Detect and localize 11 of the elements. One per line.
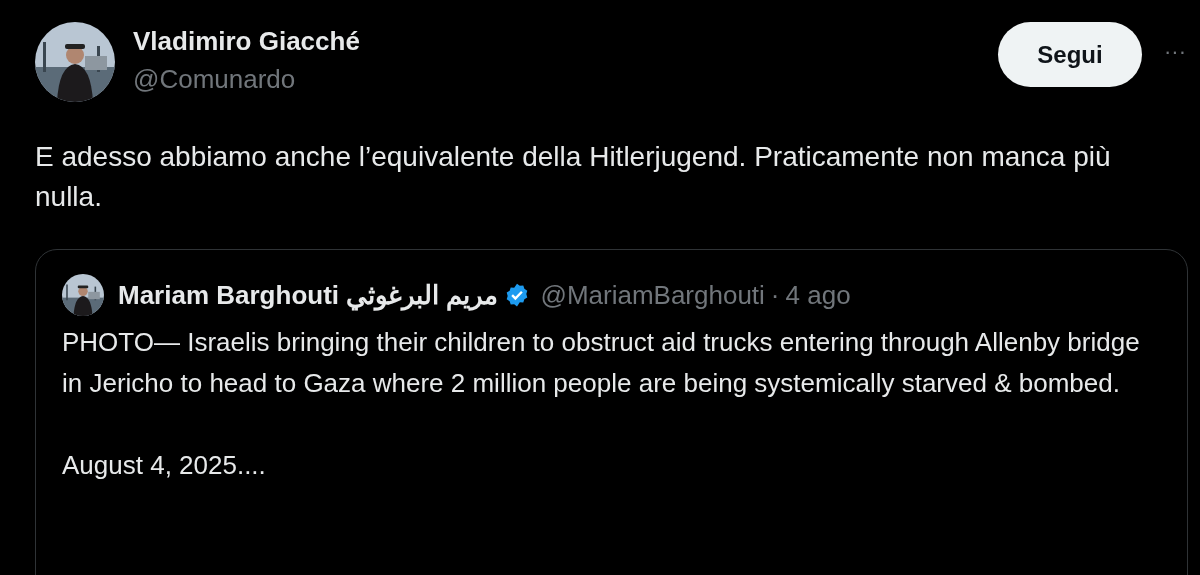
more-options-button[interactable]: ···: [1164, 35, 1186, 68]
quoted-author-name: Mariam Barghouti مريم البرغوثي: [118, 278, 499, 313]
author-name[interactable]: Vladimiro Giacché: [133, 24, 360, 58]
author-handle[interactable]: @Comunardo: [133, 62, 360, 96]
quoted-post-card[interactable]: [35, 249, 1188, 575]
follow-button[interactable]: Segui: [998, 22, 1142, 87]
quoted-post-text: PHOTO— Israelis bringing their children to obstruct aid trucks entering through Allenby bridge in Jericho to head to Gaza where 2 million people are being systemically starved & bombed. August 4, 2025....: [62, 326, 1141, 482]
post-time: 4 ago: [785, 278, 851, 312]
post-text: E adesso abbiamo anche l’equivalente della Hitlerjugend. Praticamente non manca più nulla.: [35, 140, 1112, 214]
quoted-author-handle: @MariamBarghouti: [540, 278, 765, 312]
separator-dot: ·: [770, 278, 780, 312]
